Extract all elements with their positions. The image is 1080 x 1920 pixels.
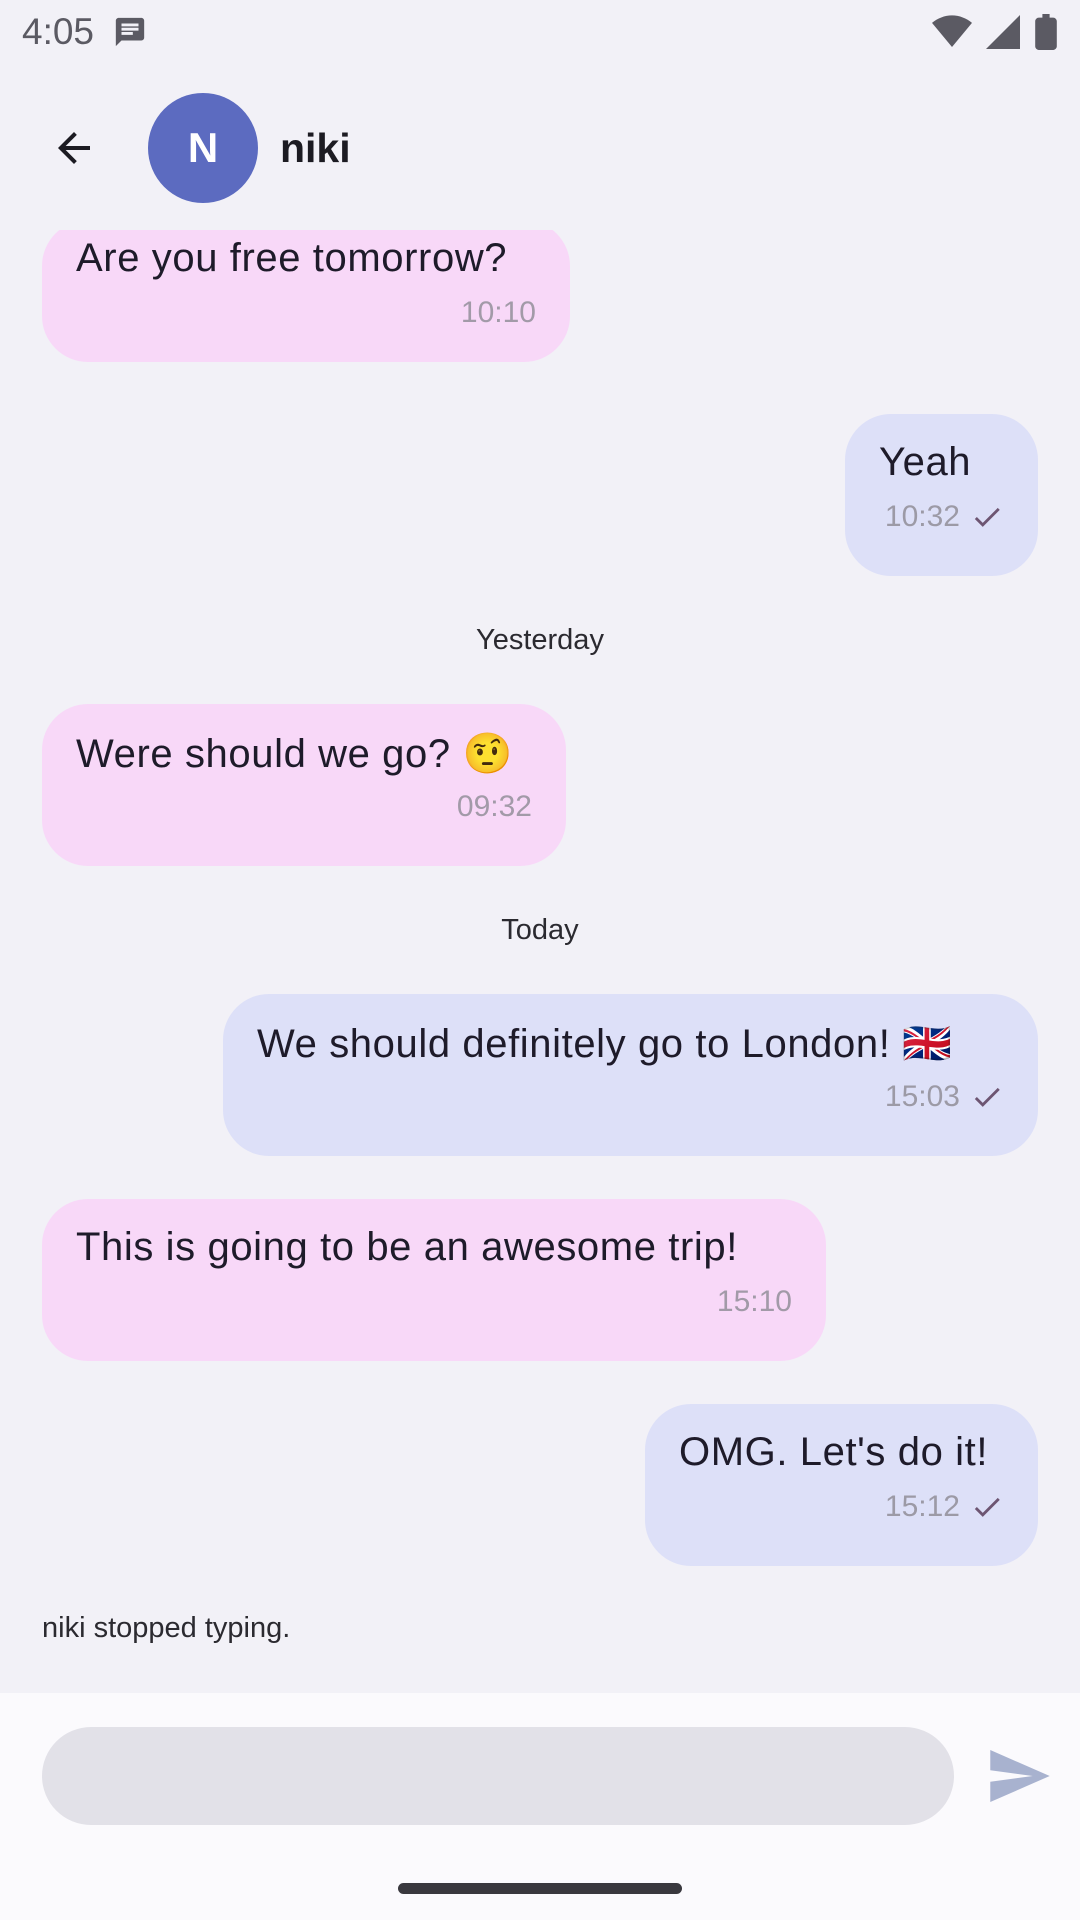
message-text: We should definitely go to London! 🇬🇧 [257,1022,953,1066]
avatar[interactable]: N [148,93,258,203]
sent-check-icon [974,507,1000,527]
status-time: 4:05 [22,11,95,52]
message-bubble-incoming[interactable]: Are you free tomorrow? 10:10 [42,230,570,362]
message-meta: 10:10 [76,296,536,330]
date-separator: Today [501,914,579,946]
message-bubble-incoming[interactable]: Were should we go? 🤨 09:32 [42,704,566,866]
message-time: 09:32 [456,790,532,823]
status-bar: 4:05 [0,0,1080,64]
message-time: 10:32 [884,500,960,533]
battery-icon [1034,14,1058,50]
typing-indicator: niki stopped typing. [42,1612,291,1644]
message-time: 15:10 [716,1285,792,1318]
back-button[interactable] [26,100,122,196]
message-input[interactable] [42,1727,954,1825]
send-icon [990,1750,1050,1802]
arrow-back-icon [58,132,90,164]
message-text: Are you free tomorrow? [76,236,508,280]
message-composer [0,1693,1080,1920]
signal-icon [986,15,1020,49]
message-meta: 10:32 [879,500,1004,534]
message-time: 10:10 [460,296,536,329]
home-indicator[interactable] [398,1883,682,1894]
message-icon [112,15,148,49]
contact-name[interactable]: niki [280,125,351,172]
message-bubble-outgoing[interactable]: Yeah 10:32 [845,414,1038,576]
message-list[interactable]: Are you free tomorrow? 10:10 Yeah 10:32 … [0,230,1080,1690]
message-bubble-outgoing[interactable]: OMG. Let's do it! 15:12 [645,1404,1038,1566]
send-button[interactable] [984,1743,1056,1809]
message-text: Were should we go? 🤨 [76,732,513,776]
date-separator: Yesterday [476,624,604,656]
message-text: This is going to be an awesome trip! [76,1225,738,1269]
sent-check-icon [974,1497,1000,1517]
message-meta: 15:10 [76,1285,792,1319]
chat-header: N niki [0,86,1080,210]
wifi-icon [932,15,972,49]
sent-check-icon [974,1087,1000,1107]
message-text: Yeah [879,440,972,484]
message-time: 15:03 [884,1080,960,1113]
message-bubble-incoming[interactable]: This is going to be an awesome trip! 15:… [42,1199,826,1361]
message-bubble-outgoing[interactable]: We should definitely go to London! 🇬🇧 15… [223,994,1038,1156]
message-meta: 09:32 [76,790,532,824]
message-meta: 15:12 [679,1490,1004,1524]
message-time: 15:12 [884,1490,960,1523]
message-meta: 15:03 [257,1080,1004,1114]
message-text: OMG. Let's do it! [679,1430,989,1474]
avatar-initial: N [187,124,219,171]
